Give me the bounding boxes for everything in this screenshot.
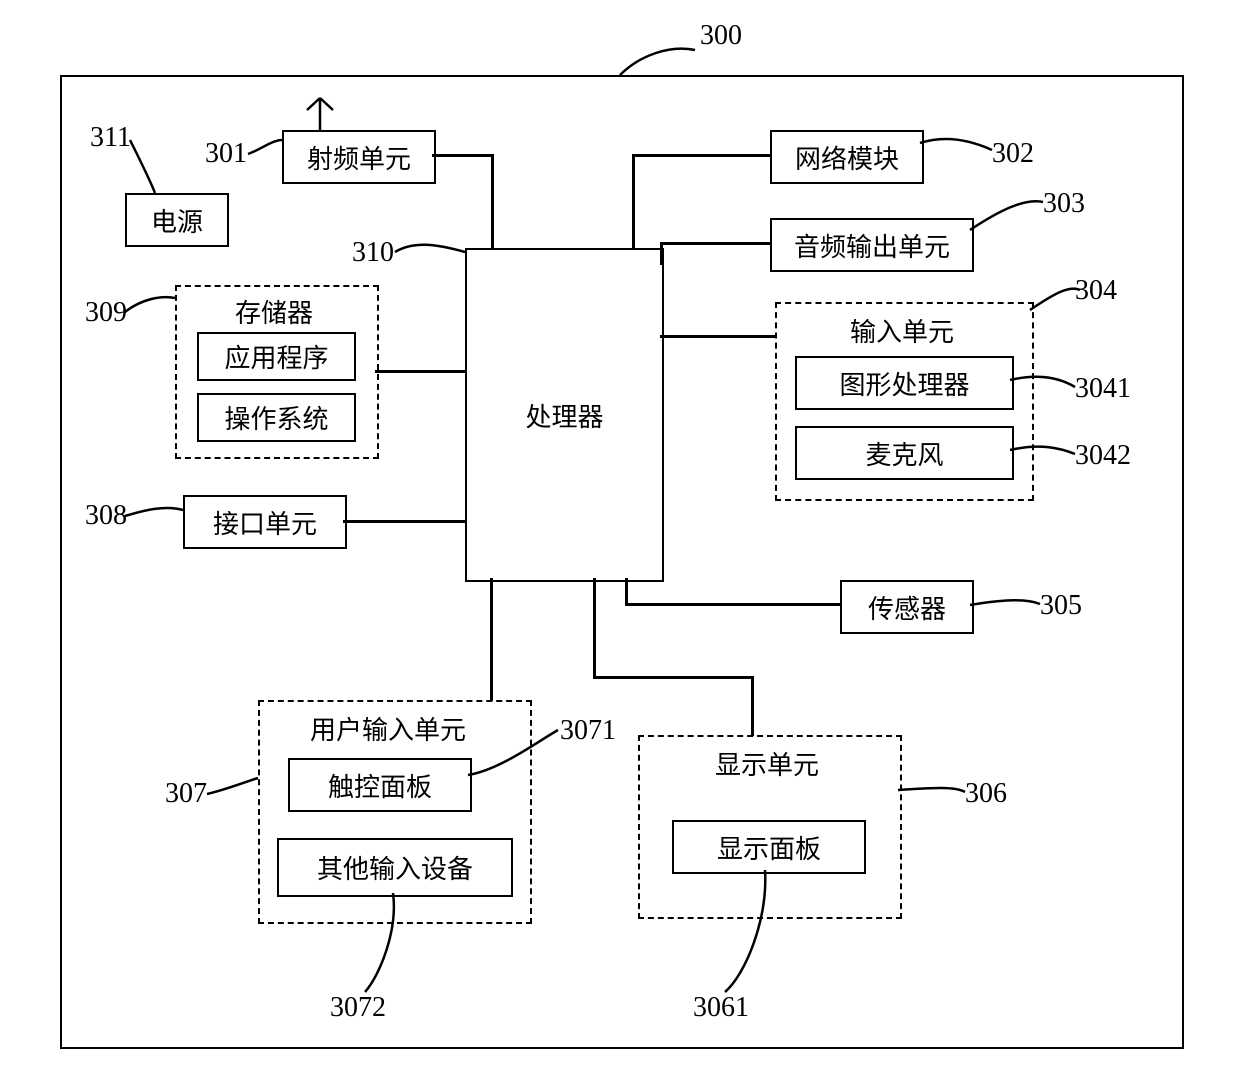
diagram-canvas: 处理器 射频单元 电源 网络模块 音频输出单元 存储器 应用程序 操作系统 接口… <box>0 0 1240 1076</box>
leaders <box>0 0 1240 1076</box>
